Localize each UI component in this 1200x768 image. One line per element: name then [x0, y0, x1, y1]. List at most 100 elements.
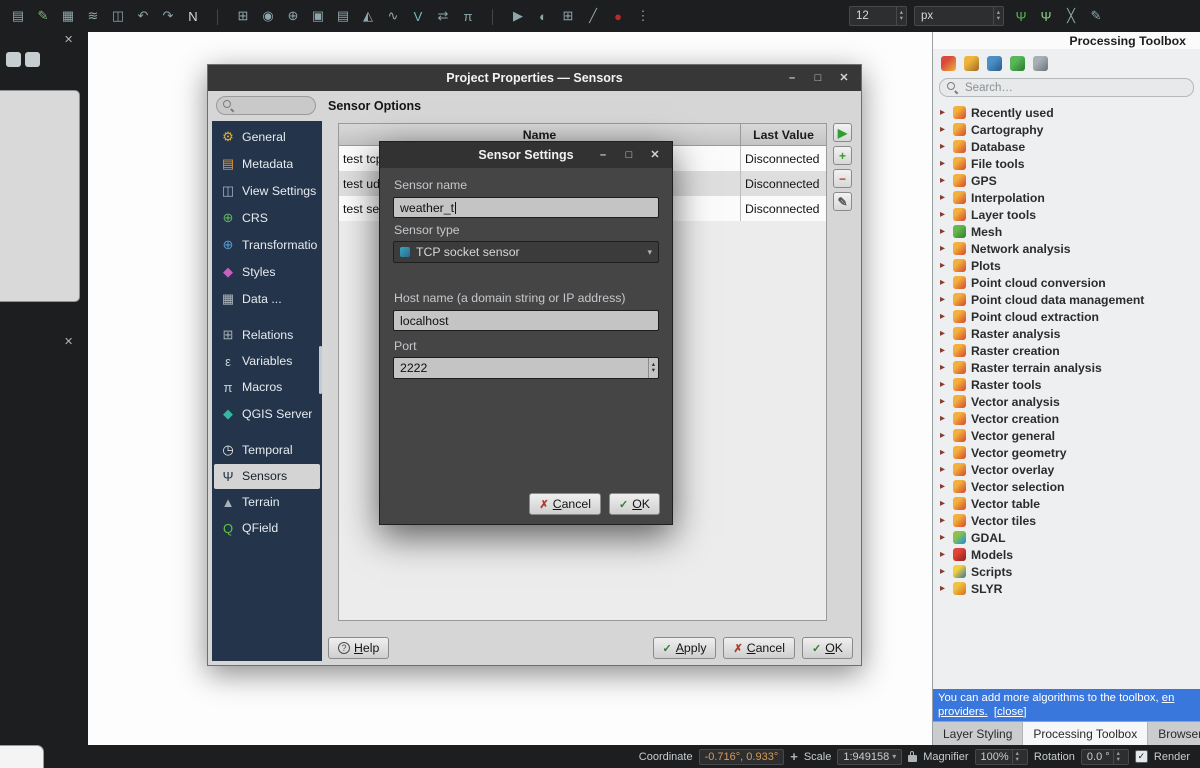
sidebar-item-general[interactable]: ⚙ General	[214, 124, 320, 150]
ok-button[interactable]: ✓OK	[802, 637, 853, 659]
toolbox-search[interactable]	[939, 78, 1194, 97]
add-sensor-button[interactable]: +	[833, 146, 852, 165]
algorithm-group[interactable]: ▸ Cartography	[933, 121, 1200, 138]
algorithm-group[interactable]: ▸ Database	[933, 138, 1200, 155]
algorithm-group[interactable]: ▸ Vector selection	[933, 478, 1200, 495]
properties-search-input[interactable]	[238, 99, 309, 113]
spinner-arrows-icon[interactable]: ▴▾	[993, 7, 1003, 25]
expand-arrow-icon[interactable]: ▸	[940, 413, 948, 424]
host-name-input[interactable]: localhost	[393, 310, 659, 331]
sidebar-scrollbar[interactable]	[319, 346, 322, 394]
separator[interactable]: │	[483, 6, 503, 26]
magnifier-spinner[interactable]: 100%▴▾	[975, 749, 1028, 765]
expand-arrow-icon[interactable]: ▸	[940, 141, 948, 152]
expand-arrow-icon[interactable]: ▸	[940, 158, 948, 169]
algorithm-group[interactable]: ▸ Vector geometry	[933, 444, 1200, 461]
algorithm-group[interactable]: ▸ GPS	[933, 172, 1200, 189]
sidebar-item-metadata[interactable]: ▤ Metadata	[214, 151, 320, 177]
north-arrow-icon[interactable]: N	[183, 6, 203, 26]
providers-link[interactable]: providers.	[938, 706, 988, 718]
expand-arrow-icon[interactable]: ▸	[940, 209, 948, 220]
expand-arrow-icon[interactable]: ▸	[940, 124, 948, 135]
sidebar-item-transformations[interactable]: ⊕ Transformations	[214, 232, 320, 258]
edit-attributes-icon[interactable]: ✎	[1086, 6, 1106, 26]
font-size-spinner[interactable]: 12 ▴▾	[849, 6, 907, 26]
spinner-arrows-icon[interactable]: ▴▾	[1113, 750, 1123, 764]
minimize-button[interactable]: –	[590, 142, 616, 168]
toolbox-wrench-icon[interactable]	[941, 56, 956, 71]
curve-icon[interactable]: ∿	[383, 6, 403, 26]
algorithm-group[interactable]: ▸ Vector table	[933, 495, 1200, 512]
algorithm-group[interactable]: ▸ Vector tiles	[933, 512, 1200, 529]
close-button[interactable]: ✕	[831, 65, 857, 91]
sensor-name-input[interactable]: weather_t	[393, 197, 659, 218]
algorithm-group[interactable]: ▸ Interpolation	[933, 189, 1200, 206]
spinner-arrows-icon[interactable]: ▴▾	[1012, 750, 1022, 764]
algorithm-group[interactable]: ▸ Vector analysis	[933, 393, 1200, 410]
expand-arrow-icon[interactable]: ▸	[940, 481, 948, 492]
coordinate-input[interactable]: -0.716°, 0.933°	[699, 749, 785, 765]
select-icon[interactable]: ▣	[308, 6, 328, 26]
algorithm-group[interactable]: ▸ SLYR	[933, 580, 1200, 597]
algorithm-group[interactable]: ▸ Point cloud data management	[933, 291, 1200, 308]
expand-arrow-icon[interactable]: ▸	[940, 294, 948, 305]
grid-icon[interactable]: ⊞	[558, 6, 578, 26]
algorithm-group[interactable]: ▸ Raster tools	[933, 376, 1200, 393]
panel-tool-icon[interactable]	[25, 52, 40, 67]
expand-arrow-icon[interactable]: ▸	[940, 532, 948, 543]
cancel-button[interactable]: ✗Cancel	[529, 493, 601, 515]
properties-search[interactable]	[216, 96, 316, 115]
algorithm-group[interactable]: ▸ GDAL	[933, 529, 1200, 546]
mesh-icon[interactable]: ◭	[358, 6, 378, 26]
sidebar-item-terrain[interactable]: ▲ Terrain	[214, 490, 320, 515]
pages-icon[interactable]: ◫	[108, 6, 128, 26]
sidebar-item-relations[interactable]: ⊞ Relations	[214, 322, 320, 348]
dock-tab[interactable]: Processing Toolbox	[1023, 722, 1148, 745]
algorithm-group[interactable]: ▸ Vector creation	[933, 410, 1200, 427]
spinner-arrows-icon[interactable]: ▴▾	[896, 7, 906, 25]
collapsed-panel-tab[interactable]	[0, 745, 44, 768]
undo-icon[interactable]: ↶	[133, 6, 153, 26]
port-spinner[interactable]: 2222 ▴▾	[393, 357, 659, 379]
spinner-arrows-icon[interactable]: ▴▾	[648, 358, 658, 378]
expand-arrow-icon[interactable]: ▸	[940, 583, 948, 594]
sidebar-item-temporal[interactable]: ◷ Temporal	[214, 437, 320, 463]
apply-button[interactable]: ✓Apply	[653, 637, 717, 659]
play-icon[interactable]: ▶	[508, 6, 528, 26]
cancel-button[interactable]: ✗Cancel	[723, 637, 795, 659]
close-button[interactable]: ✕	[642, 142, 668, 168]
dots-icon[interactable]: ⋮	[633, 6, 653, 26]
expand-arrow-icon[interactable]: ▸	[940, 260, 948, 271]
pi-icon[interactable]: π	[458, 6, 478, 26]
extent-icon[interactable]: +	[790, 749, 798, 764]
maximize-button[interactable]: □	[616, 142, 642, 168]
sidebar-item-macros[interactable]: π Macros	[214, 375, 320, 400]
panel-tool-icon[interactable]	[6, 52, 21, 67]
column-header-last-value[interactable]: Last Value	[740, 124, 826, 145]
project-file-icon[interactable]: ▤	[8, 6, 28, 26]
expand-arrow-icon[interactable]: ▸	[940, 328, 948, 339]
algorithm-group[interactable]: ▸ Raster creation	[933, 342, 1200, 359]
algorithm-group[interactable]: ▸ Vector general	[933, 427, 1200, 444]
slope-icon[interactable]: ╱	[583, 6, 603, 26]
sidebar-item-qgis-server[interactable]: ◆ QGIS Server	[214, 401, 320, 427]
scale-combobox[interactable]: 1:949158▾	[837, 749, 902, 765]
sensor-type-select[interactable]: TCP socket sensor ▾	[393, 241, 659, 263]
expand-arrow-icon[interactable]: ▸	[940, 430, 948, 441]
algorithm-group[interactable]: ▸ Layer tools	[933, 206, 1200, 223]
expand-arrow-icon[interactable]: ▸	[940, 226, 948, 237]
record-icon[interactable]: ●	[608, 6, 628, 26]
expand-arrow-icon[interactable]: ▸	[940, 447, 948, 458]
wave-icon[interactable]: ≋	[83, 6, 103, 26]
sensor-settings-titlebar[interactable]: Sensor Settings – □ ✕	[380, 142, 672, 168]
close-banner-link[interactable]: [close]	[994, 706, 1027, 718]
algorithm-group[interactable]: ▸ Raster terrain analysis	[933, 359, 1200, 376]
expand-arrow-icon[interactable]: ▸	[940, 175, 948, 186]
algorithm-group[interactable]: ▸ Mesh	[933, 223, 1200, 240]
edit-pencil-icon[interactable]: ✎	[33, 6, 53, 26]
add-grid-icon[interactable]: ⊞	[233, 6, 253, 26]
expand-arrow-icon[interactable]: ▸	[940, 362, 948, 373]
globe-icon[interactable]: ⊕	[283, 6, 303, 26]
lock-icon[interactable]	[908, 755, 917, 762]
algorithm-group[interactable]: ▸ Models	[933, 546, 1200, 563]
